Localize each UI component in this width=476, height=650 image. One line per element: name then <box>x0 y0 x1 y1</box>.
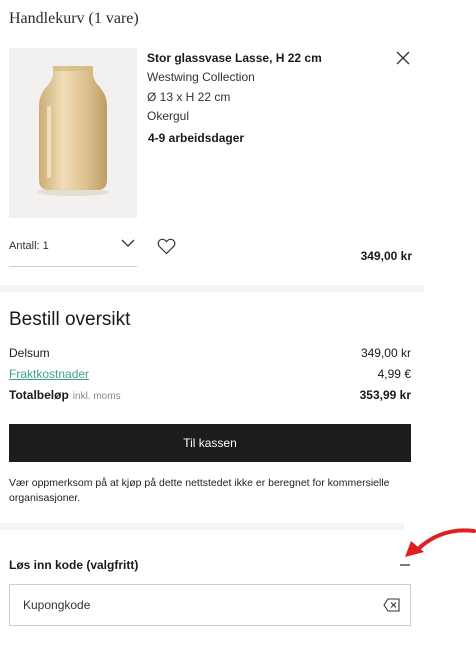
close-icon <box>396 51 410 65</box>
coupon-input[interactable] <box>23 585 363 625</box>
order-overview-title: Bestill oversikt <box>9 309 131 330</box>
quantity-label: Antall: 1 <box>9 240 49 252</box>
clear-coupon-button[interactable] <box>383 598 400 612</box>
backspace-icon <box>383 598 400 612</box>
subtotal-value: 349,00 kr <box>360 346 411 360</box>
wishlist-button[interactable] <box>157 238 176 255</box>
subtotal-label: Delsum <box>9 346 50 360</box>
heart-icon <box>157 238 176 255</box>
vat-note: inkl. moms <box>72 391 121 402</box>
coupon-header[interactable]: Løs inn kode (valgfritt) <box>9 558 138 572</box>
vase-image <box>9 48 137 218</box>
product-color: Okergul <box>147 109 190 123</box>
product-image[interactable] <box>9 48 137 218</box>
item-price: 349,00 kr <box>360 249 412 263</box>
red-arrow-annotation <box>400 528 476 562</box>
shipping-costs-link[interactable]: Fraktkostnader <box>9 367 89 381</box>
total-label: Totalbeløp <box>9 388 69 402</box>
product-name[interactable]: Stor glassvase Lasse, H 22 cm <box>147 51 322 65</box>
product-dimensions: Ø 13 x H 22 cm <box>147 90 231 104</box>
shipping-value: 4,99 € <box>377 367 411 381</box>
cart-title: Handlekurv (1 vare) <box>9 10 139 27</box>
remove-item-button[interactable] <box>394 49 412 67</box>
checkout-button[interactable]: Til kassen <box>9 424 411 462</box>
coupon-field[interactable] <box>9 584 411 626</box>
quantity-select[interactable]: Antall: 1 <box>9 234 137 267</box>
delivery-time: 4-9 arbeidsdager <box>148 131 245 145</box>
commercial-notice: Vær oppmerksom på at kjøp på dette netts… <box>9 477 390 504</box>
total-value: 353,99 kr <box>359 388 411 402</box>
section-divider <box>0 523 404 530</box>
chevron-down-icon <box>121 239 135 247</box>
product-brand: Westwing Collection <box>147 70 255 84</box>
section-divider <box>0 285 424 292</box>
